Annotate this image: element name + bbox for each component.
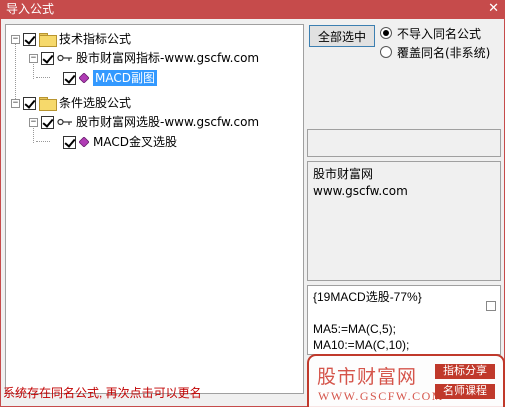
code-line: MA10:=MA(C,10); [313,338,410,352]
author-info-box: 股市财富网 www.gscfw.com [307,161,501,281]
collapse-toggle[interactable]: − [29,53,38,63]
watermark-tag-indicators: 指标分享 [435,364,495,379]
checkbox-macd-chart[interactable] [63,71,76,85]
checkbox-stock-screening[interactable] [23,96,36,110]
checkbox-macd-cross[interactable] [63,135,76,149]
watermark-url: WWW.GSCFW.COM [318,389,444,403]
tree-node-label-selected: MACD副图 [93,70,157,86]
dialog-body: − 技术指标公式 − 股市财富网指标-www.gscfw.com MACD副图 … [0,19,505,407]
folder-icon [39,33,57,47]
tree-connector [36,77,50,78]
tree-node-stock-screening[interactable]: − 条件选股公式 [11,94,131,112]
collapse-toggle[interactable]: − [29,117,38,127]
formula-icon [79,73,89,83]
tree-node-macd-chart[interactable]: MACD副图 [63,69,157,87]
radio-no-import-same-name[interactable]: 不导入同名公式 [380,25,481,41]
tree-node-label: 技术指标公式 [59,32,132,46]
tree-node-label: 股市财富网指标-www.gscfw.com [76,51,260,65]
checkbox-tech-indicators[interactable] [23,32,36,46]
key-icon [57,118,72,126]
formula-info-box [307,129,501,157]
author-name: 股市财富网 [313,167,374,181]
status-message: 系统存在同名公式, 再次点击可以更名 [3,386,202,400]
radio-button-selected[interactable] [380,27,392,39]
key-icon [57,54,72,62]
watermark-tag-courses: 名师课程 [435,384,495,399]
collapse-toggle[interactable]: − [11,98,20,108]
formula-tree[interactable]: − 技术指标公式 − 股市财富网指标-www.gscfw.com MACD副图 … [5,24,304,394]
code-line: {19MACD选股-77%} [313,290,422,304]
tree-connector [15,39,16,99]
radio-label: 不导入同名公式 [397,26,482,41]
window-title: 导入公式 [6,2,55,16]
tree-node-label: 股市财富网选股-www.gscfw.com [76,115,260,129]
checkbox-screening-source[interactable] [41,115,54,129]
close-icon[interactable]: ✕ [488,1,499,17]
tree-node-tech-indicators[interactable]: − 技术指标公式 [11,30,131,48]
author-website: www.gscfw.com [313,184,408,198]
watermark-logo: 股市财富网 WWW.GSCFW.COM 指标分享 名师课程 [307,354,505,407]
radio-button[interactable] [380,46,392,58]
watermark-site-name: 股市财富网 [317,366,418,388]
tree-node-screening-source[interactable]: − 股市财富网选股-www.gscfw.com [29,113,259,131]
tree-node-indicator-source[interactable]: − 股市财富网指标-www.gscfw.com [29,49,259,67]
collapse-toggle[interactable]: − [11,34,20,44]
tree-node-label: 条件选股公式 [59,96,132,110]
formula-code-view[interactable]: {19MACD选股-77%} MA5:=MA(C,5); MA10:=MA(C,… [307,285,501,355]
tree-connector [36,141,50,142]
code-line: MA5:=MA(C,5); [313,322,397,336]
folder-icon [39,97,57,111]
tree-node-label: MACD金叉选股 [93,135,177,149]
checkbox-indicator-source[interactable] [41,51,54,65]
tree-node-macd-cross[interactable]: MACD金叉选股 [63,133,177,151]
radio-label: 覆盖同名(非系统) [397,45,491,60]
code-scroll-toggle[interactable] [486,301,496,311]
title-bar: 导入公式 ✕ [0,0,505,19]
formula-icon [79,137,89,147]
radio-overwrite-same-name[interactable]: 覆盖同名(非系统) [380,44,490,60]
select-all-button[interactable]: 全部选中 [309,25,375,47]
